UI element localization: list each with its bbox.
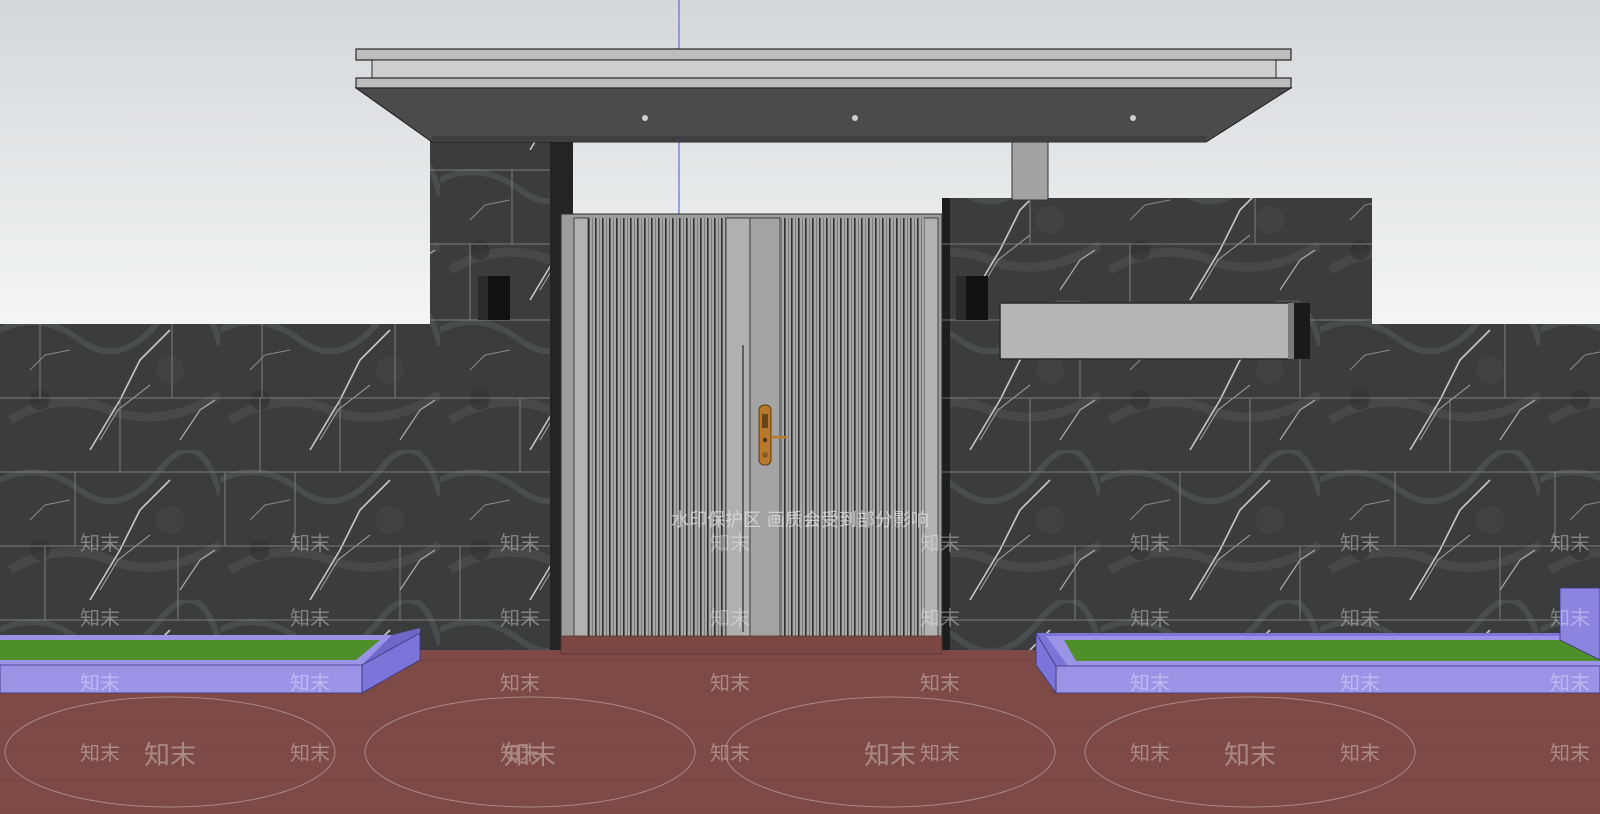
- watermark-mark: 知末: [80, 606, 120, 630]
- watermark-notice: 水印保护区 画质会受到部分影响: [671, 510, 929, 531]
- watermark-mark: 知末: [1550, 531, 1590, 555]
- right-wall-block: [942, 198, 1372, 656]
- watermark-mark: 知末: [1340, 606, 1380, 630]
- watermark-mark: 知末: [1340, 531, 1380, 555]
- watermark-mark: 知末: [290, 671, 330, 695]
- canopy-downlight: [852, 115, 858, 121]
- watermark-mark: 知末: [500, 531, 540, 555]
- watermark-mark: 知末: [710, 671, 750, 695]
- watermark-mark: 知末: [80, 671, 120, 695]
- watermark-mark: 知末: [80, 531, 120, 555]
- watermark-mark: 知末: [1550, 606, 1590, 630]
- watermark-mark: 知末: [1130, 531, 1170, 555]
- watermark-mark: 知末: [290, 741, 330, 765]
- watermark-mark: 知末: [500, 606, 540, 630]
- watermark-mark: 知末: [1340, 671, 1380, 695]
- watermark-mark: 知末: [290, 606, 330, 630]
- address-plaque: [999, 302, 1291, 360]
- watermark-mark: 知末: [710, 741, 750, 765]
- canopy-downlight: [642, 115, 648, 121]
- scene-svg: 知末 知末 知末 知末 知末 知末 知末 知末知末 知末 知末 知末 知末 知末 知末 知末知末 知末 知末 知末…: [0, 0, 1600, 814]
- right-lawn: [1064, 640, 1600, 661]
- watermark-logo-mark: 知末: [864, 741, 916, 771]
- watermark-mark: 知末: [80, 741, 120, 765]
- watermark-mark: 知末: [500, 671, 540, 695]
- watermark-mark: 知末: [710, 531, 750, 555]
- left-lawn: [0, 640, 380, 660]
- watermark-mark: 知末: [1130, 741, 1170, 765]
- watermark-logo-mark: 知末: [144, 741, 196, 771]
- left-pillar: [430, 108, 573, 656]
- watermark-logo-mark: 知末: [504, 741, 556, 771]
- watermark-mark: 知末: [920, 606, 960, 630]
- watermark-mark: 知末: [920, 671, 960, 695]
- watermark-logo-mark: 知末: [1224, 741, 1276, 771]
- scene: 知末 知末 知末 知末 知末 知末 知末 知末 知末 知末 知末 知末 知末 知末 知末 知末 知末 知末 知末 知末…: [0, 0, 1600, 814]
- watermark-mark: 知末: [710, 606, 750, 630]
- watermark-mark: 知末: [1340, 741, 1380, 765]
- gate: [560, 213, 943, 645]
- canopy-downlight: [1130, 115, 1136, 121]
- watermark-mark: 知末: [920, 531, 960, 555]
- watermark-mark: 知末: [1550, 671, 1590, 695]
- watermark-mark: 知末: [1130, 606, 1170, 630]
- watermark-mark: 知末: [290, 531, 330, 555]
- watermark-mark: 知末: [1550, 741, 1590, 765]
- watermark-mark: 知末: [1130, 671, 1170, 695]
- watermark-mark: 知末: [920, 741, 960, 765]
- gate-threshold: [560, 635, 943, 655]
- canopy: [354, 48, 1293, 143]
- left-planter: [0, 628, 421, 694]
